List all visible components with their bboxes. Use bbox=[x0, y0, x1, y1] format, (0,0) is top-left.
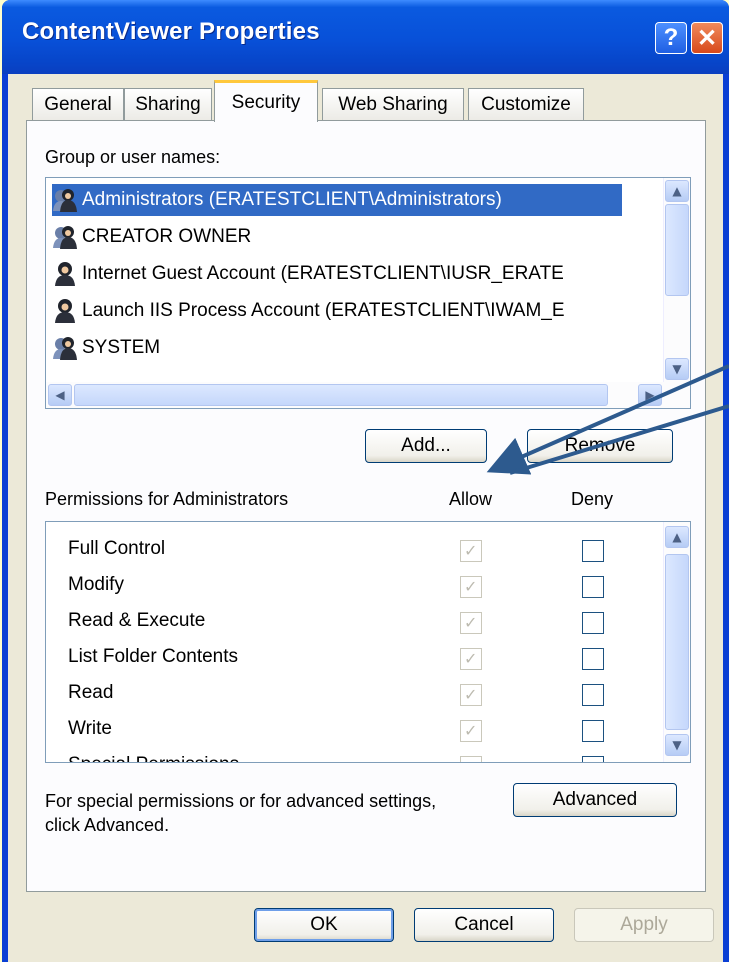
hscroll-thumb[interactable] bbox=[74, 384, 608, 406]
scroll-right-icon[interactable]: ▶ bbox=[638, 384, 662, 406]
user-icon bbox=[55, 299, 75, 323]
group-icon bbox=[53, 337, 77, 360]
tab-customize[interactable]: Customize bbox=[468, 88, 584, 120]
allow-column-header: Allow bbox=[449, 489, 493, 509]
user-list-item[interactable]: SYSTEM bbox=[52, 332, 622, 364]
checkmark-icon: ✓ bbox=[464, 613, 478, 632]
scroll-left-icon[interactable]: ◀ bbox=[48, 384, 72, 406]
scroll-down-icon[interactable]: ▼ bbox=[665, 734, 689, 756]
tab-security[interactable]: Security bbox=[214, 80, 318, 122]
allow-checkbox[interactable]: ✓ bbox=[460, 540, 482, 562]
allow-checkbox[interactable]: ✓ bbox=[460, 720, 482, 742]
group-user-names-label: Group or user names: bbox=[45, 147, 221, 167]
scroll-thumb[interactable] bbox=[665, 204, 689, 296]
user-list[interactable]: Administrators (ERATESTCLIENT\Administra… bbox=[45, 177, 691, 409]
checkmark-icon: ✓ bbox=[464, 577, 478, 596]
checkmark-icon: ✓ bbox=[464, 685, 478, 704]
allow-checkbox[interactable]: ✓ bbox=[460, 576, 482, 598]
user-list-item[interactable]: CREATOR OWNER bbox=[52, 221, 622, 253]
deny-checkbox[interactable] bbox=[582, 684, 604, 706]
tab-sharing[interactable]: Sharing bbox=[124, 88, 212, 120]
user-name: SYSTEM bbox=[82, 337, 161, 358]
user-name: Launch IIS Process Account (ERATESTCLIEN… bbox=[82, 300, 565, 321]
permission-row: List Folder Contents bbox=[68, 646, 239, 667]
scroll-down-icon[interactable]: ▼ bbox=[665, 358, 689, 380]
help-icon: ? bbox=[663, 24, 679, 51]
deny-checkbox[interactable] bbox=[582, 540, 604, 562]
apply-button[interactable]: Apply bbox=[574, 908, 714, 942]
advanced-button[interactable]: Advanced bbox=[513, 783, 677, 817]
deny-checkbox[interactable] bbox=[582, 720, 604, 742]
permission-row: Full Control bbox=[68, 538, 166, 559]
user-list-hscrollbar[interactable]: ◀ ▶ bbox=[46, 382, 690, 408]
permission-row: Read bbox=[68, 682, 114, 703]
close-icon: ✕ bbox=[696, 24, 718, 52]
permissions-vscrollbar[interactable]: ▲ ▼ bbox=[663, 522, 690, 762]
checkmark-icon: ✓ bbox=[464, 721, 478, 740]
tab-web-sharing[interactable]: Web Sharing bbox=[322, 88, 464, 120]
deny-checkbox[interactable] bbox=[582, 576, 604, 598]
dialog-client-area: General Sharing Security Web Sharing Cus… bbox=[8, 74, 723, 962]
close-button[interactable]: ✕ bbox=[691, 22, 723, 54]
security-tab-panel: Group or user names: Administrators (ERA… bbox=[26, 120, 706, 892]
allow-checkbox[interactable]: ✓ bbox=[460, 612, 482, 634]
window-title: ContentViewer Properties bbox=[22, 18, 320, 45]
allow-checkbox[interactable]: ✓ bbox=[460, 684, 482, 706]
scroll-up-icon[interactable]: ▲ bbox=[665, 526, 689, 548]
user-list-item[interactable]: Launch IIS Process Account (ERATESTCLIEN… bbox=[52, 295, 622, 327]
deny-checkbox[interactable] bbox=[582, 756, 604, 762]
checkmark-icon: ✓ bbox=[464, 541, 478, 560]
permission-row: Special Permissions bbox=[68, 754, 239, 762]
deny-column-header: Deny bbox=[571, 489, 614, 509]
remove-button[interactable]: Remove bbox=[527, 429, 673, 463]
user-icon bbox=[55, 262, 75, 286]
title-bar[interactable]: ContentViewer Properties ? ✕ bbox=[2, 0, 729, 74]
deny-checkbox[interactable] bbox=[582, 612, 604, 634]
allow-checkbox[interactable]: ✓ bbox=[460, 648, 482, 670]
user-name: Administrators (ERATESTCLIENT\Administra… bbox=[82, 189, 502, 210]
tab-general[interactable]: General bbox=[32, 88, 124, 120]
allow-checkbox[interactable] bbox=[460, 756, 482, 762]
user-name: CREATOR OWNER bbox=[82, 226, 252, 247]
scroll-thumb[interactable] bbox=[665, 554, 689, 730]
user-name: Internet Guest Account (ERATESTCLIENT\IU… bbox=[82, 263, 564, 284]
help-button[interactable]: ? bbox=[655, 22, 687, 54]
checkmark-icon: ✓ bbox=[464, 649, 478, 668]
scroll-up-icon[interactable]: ▲ bbox=[665, 180, 689, 202]
permissions-list[interactable]: Full Control ✓ Modify ✓ Read & Execute ✓ List … bbox=[45, 521, 691, 763]
permissions-label: Permissions for Administrators bbox=[45, 489, 289, 509]
user-list-vscrollbar[interactable]: ▲ ▼ bbox=[663, 178, 690, 382]
cancel-button[interactable]: Cancel bbox=[414, 908, 554, 942]
permission-row: Modify bbox=[68, 574, 124, 595]
advanced-note-line2: click Advanced. bbox=[45, 815, 170, 835]
permission-row: Write bbox=[68, 718, 112, 739]
user-list-item[interactable]: Administrators (ERATESTCLIENT\Administra… bbox=[52, 184, 622, 216]
deny-checkbox[interactable] bbox=[582, 648, 604, 670]
ok-button[interactable]: OK bbox=[254, 908, 394, 942]
advanced-note-line1: For special permissions or for advanced … bbox=[45, 791, 437, 811]
properties-window: ContentViewer Properties ? ✕ General Sha… bbox=[2, 0, 729, 962]
permission-row: Read & Execute bbox=[68, 610, 206, 631]
user-list-item[interactable]: Internet Guest Account (ERATESTCLIENT\IU… bbox=[52, 258, 622, 290]
group-icon bbox=[53, 226, 77, 249]
add-button[interactable]: Add... bbox=[365, 429, 487, 463]
group-icon bbox=[53, 189, 77, 212]
